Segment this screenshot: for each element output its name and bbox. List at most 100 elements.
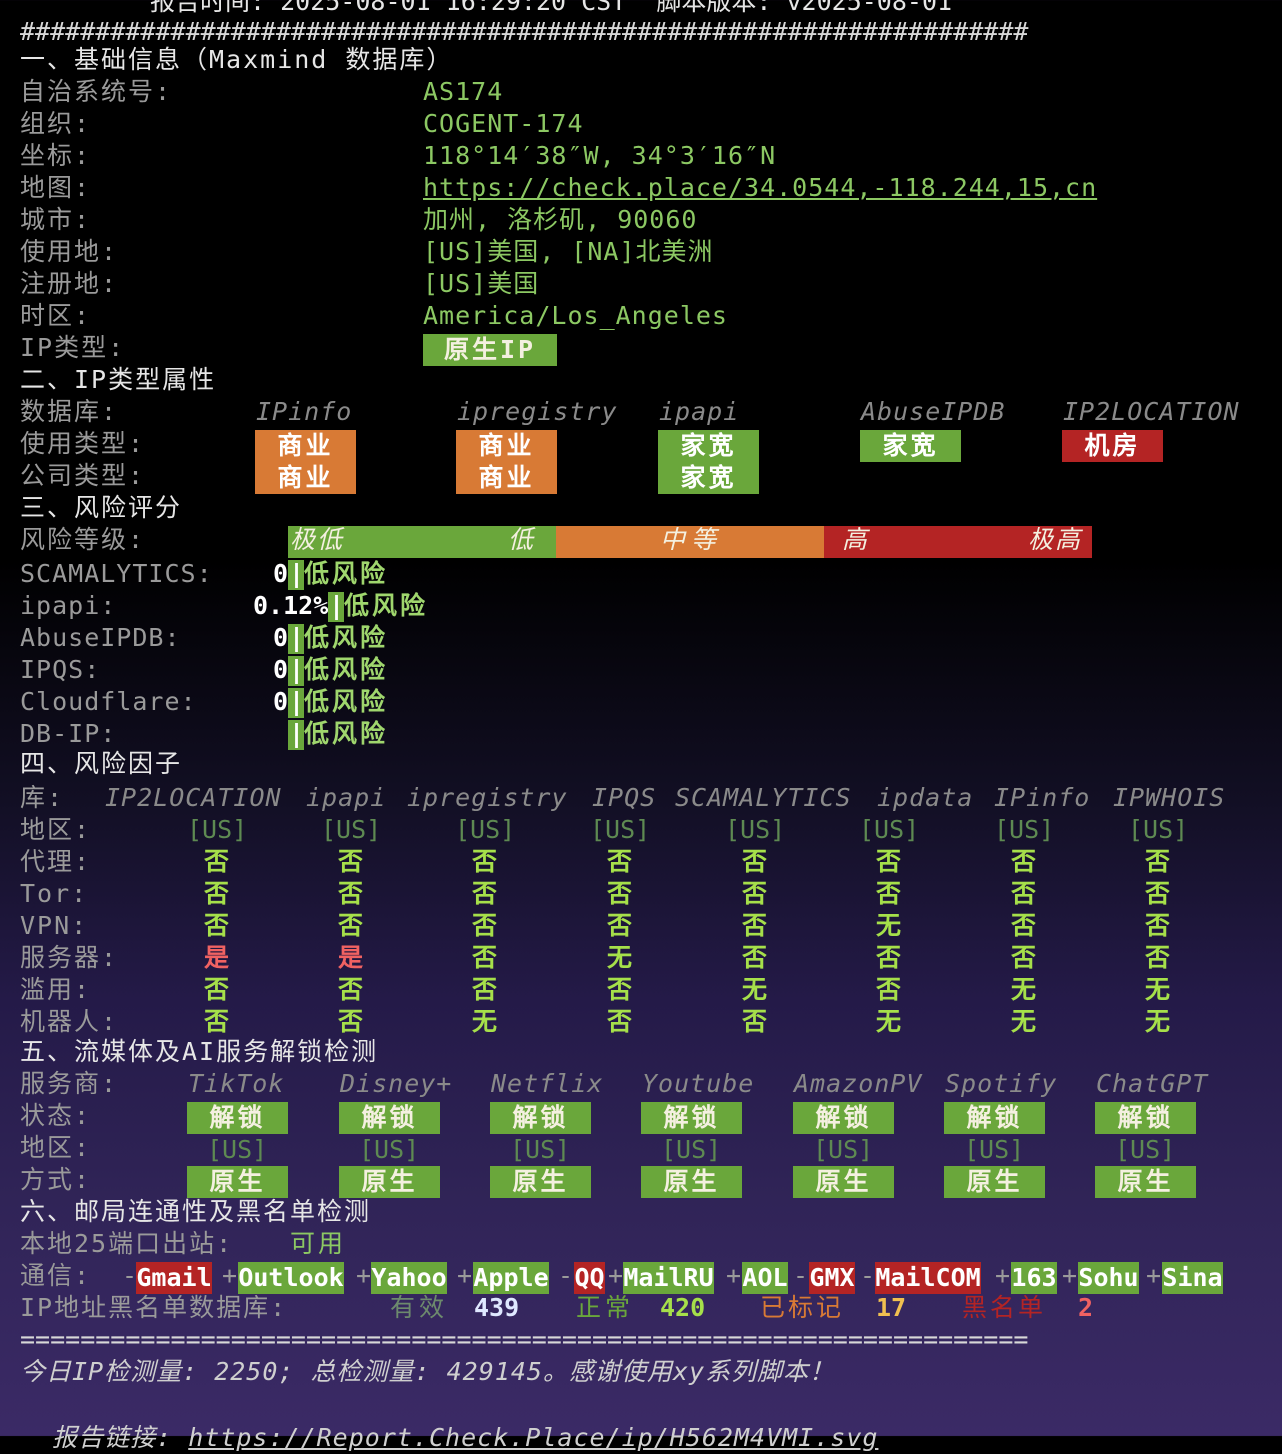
unlock-status-badge: 解锁	[793, 1102, 894, 1134]
risk-lib-name: IPQS	[592, 783, 657, 812]
risk-factor-value: 否	[742, 943, 768, 972]
database-name: AbuseIPDB	[861, 397, 1006, 426]
streaming-region: [US]	[510, 1135, 571, 1164]
risk-score-value: 0	[273, 559, 289, 588]
risk-factor-value: 否	[338, 975, 364, 1004]
risk-scale-high: 高	[842, 525, 868, 554]
risk-factor-value: 无	[472, 1007, 498, 1036]
unlock-status-badge: 解锁	[339, 1102, 440, 1134]
risk-score-value: 0	[273, 623, 289, 652]
usage-type-badge: 家宽	[860, 430, 961, 462]
usage-type-label: 使用类型:	[20, 429, 146, 458]
streaming-region: [US]	[207, 1135, 268, 1164]
basic-info-value: 118°14′38″W, 34°3′16″N	[423, 141, 777, 170]
streaming-region: [US]	[813, 1135, 874, 1164]
risk-scale-medium: 中等	[660, 525, 723, 554]
risk-scale-very-high: 极高	[1028, 525, 1083, 554]
risk-score-separator: |	[289, 623, 305, 652]
provider-label: 服务商:	[20, 1069, 119, 1098]
risk-factor-value: [US]	[994, 815, 1055, 844]
basic-info-label: 地图:	[20, 173, 92, 202]
mail-separator: +	[608, 1261, 624, 1290]
mail-provider-badge: QQ	[574, 1262, 605, 1294]
usage-type-badge: 家宽	[658, 430, 759, 462]
valid-count: 439	[474, 1293, 520, 1322]
mail-separator: +	[356, 1261, 372, 1290]
risk-factor-value: [US]	[1128, 815, 1189, 844]
risk-factor-label: 机器人:	[20, 1007, 119, 1036]
risk-factor-label: 服务器:	[20, 943, 119, 972]
risk-lib-name: IP2LOCATION	[105, 783, 282, 812]
streaming-provider-name: Youtube	[642, 1069, 755, 1098]
mail-separator: +	[1146, 1261, 1162, 1290]
risk-factor-value: 否	[472, 943, 498, 972]
unlock-method-badge: 原生	[1095, 1166, 1196, 1198]
mail-separator: -	[558, 1261, 574, 1290]
risk-scale-low: 低	[508, 525, 536, 554]
database-name: IP2LOCATION	[1063, 397, 1240, 426]
unlock-status-badge: 解锁	[490, 1102, 591, 1134]
unlock-method-badge: 原生	[641, 1166, 742, 1198]
streaming-provider-name: TikTok	[188, 1069, 285, 1098]
database-name: ipapi	[659, 397, 740, 426]
risk-factor-value: [US]	[455, 815, 516, 844]
unlock-method-badge: 原生	[187, 1166, 288, 1198]
usage-type-badge: 商业	[255, 430, 356, 462]
risk-lib-name: IPWHOIS	[1113, 783, 1226, 812]
mail-provider-badge: Sohu	[1078, 1262, 1139, 1294]
risk-source-label: Cloudflare:	[20, 687, 197, 716]
blacklist-count: 2	[1078, 1293, 1094, 1322]
valid-label: 有效	[390, 1293, 449, 1322]
report-link-row: 报告链接: https://Report.Check.Place/ip/H562…	[20, 1390, 878, 1454]
basic-info-label: IP类型:	[20, 333, 126, 362]
unlock-method-badge: 原生	[944, 1166, 1045, 1198]
database-name: IPinfo	[256, 397, 353, 426]
mail-provider-badge: MailCOM	[875, 1262, 981, 1294]
section-basic-info-title: 一、基础信息（Maxmind 数据库）	[20, 45, 454, 74]
mail-provider-badge: GMX	[809, 1262, 855, 1294]
basic-info-label: 注册地:	[20, 269, 119, 298]
risk-factor-value: 否	[204, 911, 230, 940]
risk-level-text: 低风险	[304, 655, 389, 684]
report-link-label: 报告链接:	[52, 1423, 189, 1452]
mail-separator: -	[793, 1261, 809, 1290]
report-link[interactable]: https://Report.Check.Place/ip/H562M4VMI.…	[188, 1423, 878, 1452]
risk-level-text: 低风险	[304, 687, 389, 716]
blacklist-db-label: 黑名单	[962, 1293, 1047, 1322]
marked-count: 17	[876, 1293, 907, 1322]
risk-factor-value: 否	[742, 847, 768, 876]
ip-type-badge: 原生IP	[423, 334, 557, 366]
section-risk-score-title: 三、风险评分	[20, 493, 183, 522]
mail-provider-badge: MailRU	[623, 1262, 714, 1294]
risk-score-value: 0.12%	[253, 591, 329, 620]
risk-factor-value: 否	[607, 1007, 633, 1036]
risk-factor-value: 否	[338, 879, 364, 908]
blacklist-label: IP地址黑名单数据库:	[20, 1293, 288, 1322]
database-label: 数据库:	[20, 397, 119, 426]
marked-label: 已标记	[760, 1293, 845, 1322]
mail-separator: +	[995, 1261, 1011, 1290]
risk-factor-label: VPN:	[20, 911, 89, 940]
mail-separator: +	[1062, 1261, 1078, 1290]
risk-factor-value: 否	[472, 911, 498, 940]
risk-factor-value: 无	[1145, 1007, 1171, 1036]
port25-value: 可用	[290, 1229, 347, 1258]
risk-factor-value: [US]	[725, 815, 786, 844]
basic-info-label: 自治系统号:	[20, 77, 173, 106]
section-ip-type-title: 二、IP类型属性	[20, 365, 217, 394]
normal-label: 正常	[576, 1293, 635, 1322]
map-link[interactable]: https://check.place/34.0544,-118.244,15,…	[423, 172, 1097, 204]
risk-score-separator: |	[289, 687, 305, 716]
risk-lib-name: ipdata	[877, 783, 974, 812]
basic-info-value: COGENT-174	[423, 109, 584, 138]
risk-lib-name: IPinfo	[994, 783, 1091, 812]
region-label: 地区:	[20, 1133, 92, 1162]
mail-separator: +	[726, 1261, 742, 1290]
comm-label: 通信:	[20, 1261, 92, 1290]
basic-info-label: 城市:	[20, 205, 92, 234]
risk-factor-value: 否	[876, 879, 902, 908]
unlock-status-badge: 解锁	[641, 1102, 742, 1134]
risk-source-label: DB-IP:	[20, 719, 117, 748]
unlock-status-badge: 解锁	[1095, 1102, 1196, 1134]
risk-factor-value: 否	[1145, 911, 1171, 940]
